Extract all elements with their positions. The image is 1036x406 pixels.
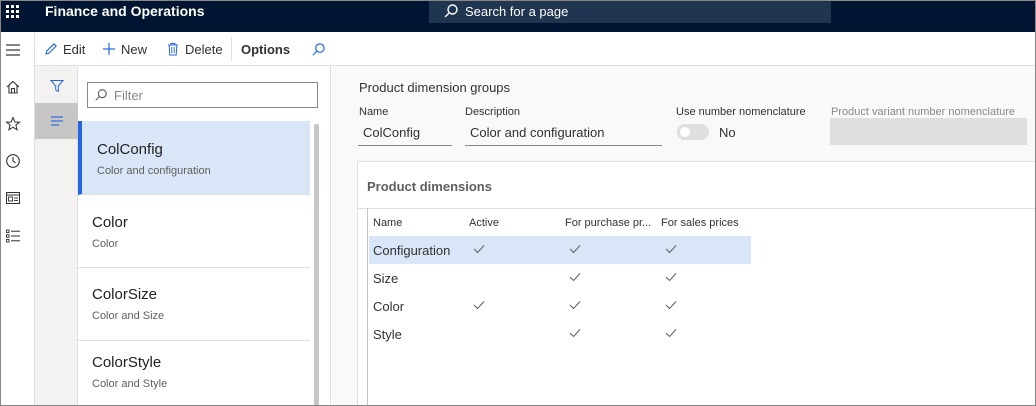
app-frame: Finance and Operations Search for a page xyxy=(0,0,1036,406)
workspace-icon[interactable] xyxy=(5,190,21,206)
list-item-subtitle: Color and configuration xyxy=(97,165,211,177)
clock-icon[interactable] xyxy=(5,153,21,169)
product-dimensions-title: Product dimensions xyxy=(367,179,492,194)
home-icon[interactable] xyxy=(5,79,21,95)
page-title: Product dimension groups xyxy=(359,80,511,95)
group-list: ColConfig Color and configuration Color … xyxy=(78,121,311,405)
use-number-nomenclature-toggle[interactable] xyxy=(677,124,709,140)
search-icon xyxy=(312,42,325,56)
list-pane: ColConfig Color and configuration Color … xyxy=(78,66,331,405)
col-header-sales[interactable]: For sales prices xyxy=(661,217,751,230)
checkmark-icon xyxy=(665,245,677,254)
checkmark-icon xyxy=(665,301,677,310)
page-search-box[interactable]: Search for a page xyxy=(429,1,831,23)
plus-icon xyxy=(103,43,115,55)
list-item[interactable]: ColConfig Color and configuration xyxy=(78,121,310,195)
checkmark-icon xyxy=(569,245,581,254)
filter-field[interactable] xyxy=(87,82,318,108)
action-bar: Edit New Delete Options xyxy=(35,32,1035,66)
table-row[interactable]: Color xyxy=(369,292,751,320)
list-item[interactable]: ColorSize Color and Size xyxy=(78,268,310,341)
list-item-title: Color xyxy=(92,214,128,231)
edit-button[interactable]: Edit xyxy=(44,41,85,57)
list-view-button[interactable] xyxy=(35,103,78,139)
dimensions-grid: Name Active For purchase pr... For sales… xyxy=(367,208,751,405)
list-toolbar-strip xyxy=(35,66,78,405)
search-icon xyxy=(95,89,107,101)
list-item-subtitle: Color and Style xyxy=(92,378,168,390)
detail-pane: Product dimension groups Name ColConfig … xyxy=(332,66,1035,405)
action-separator xyxy=(231,37,232,61)
search-label: Search for a page xyxy=(465,4,569,19)
use-number-nomenclature-label: Use number nomenclature xyxy=(676,106,806,118)
options-button[interactable]: Options xyxy=(241,41,290,57)
list-lines-icon xyxy=(50,116,63,126)
list-item-subtitle: Color xyxy=(92,238,119,250)
nav-rail xyxy=(1,32,35,405)
options-label: Options xyxy=(241,41,291,57)
app-launcher-icon[interactable] xyxy=(5,4,21,20)
variant-nomenclature-field xyxy=(830,118,1027,145)
funnel-icon xyxy=(49,80,64,93)
delete-button[interactable]: Delete xyxy=(166,41,223,57)
toggle-knob xyxy=(680,127,690,137)
toggle-value: No xyxy=(719,125,736,140)
hamburger-icon[interactable] xyxy=(5,42,21,58)
app-title: Finance and Operations xyxy=(45,3,205,19)
checkmark-icon xyxy=(569,329,581,338)
action-search-button[interactable] xyxy=(311,41,331,57)
checkmark-icon xyxy=(665,329,677,338)
name-field[interactable]: ColConfig xyxy=(358,122,452,146)
row-name: Style xyxy=(373,327,402,342)
list-item-title: ColorSize xyxy=(92,286,158,303)
edit-label: Edit xyxy=(63,41,86,57)
checkmark-icon xyxy=(473,245,485,254)
col-header-purchase[interactable]: For purchase pr... xyxy=(565,217,657,230)
col-header-name[interactable]: Name xyxy=(373,217,463,230)
description-field[interactable]: Color and configuration xyxy=(465,122,662,146)
list-item[interactable]: Color Color xyxy=(78,195,310,268)
name-label: Name xyxy=(359,106,389,118)
list-icon[interactable] xyxy=(5,228,21,244)
description-label: Description xyxy=(465,106,521,118)
filter-toggle-button[interactable] xyxy=(35,68,78,104)
row-name: Configuration xyxy=(373,243,451,258)
search-icon xyxy=(444,4,458,18)
checkmark-icon xyxy=(665,273,677,282)
table-row[interactable]: Configuration xyxy=(369,236,751,264)
star-icon[interactable] xyxy=(5,116,21,132)
table-row[interactable]: Size xyxy=(369,264,751,292)
product-dimensions-card: Product dimensions Name Active For purch… xyxy=(357,161,1035,405)
checkmark-icon xyxy=(569,273,581,282)
top-bar: Finance and Operations Search for a page xyxy=(1,1,1035,32)
checkmark-icon xyxy=(569,301,581,310)
list-item-subtitle: Color and Size xyxy=(92,310,165,322)
row-name: Color xyxy=(373,299,405,314)
new-button[interactable]: New xyxy=(102,41,147,57)
filter-input[interactable] xyxy=(114,86,314,104)
col-header-active[interactable]: Active xyxy=(469,217,559,230)
checkmark-icon xyxy=(473,301,485,310)
table-row[interactable]: Style xyxy=(369,320,751,348)
trash-icon xyxy=(168,43,178,56)
list-item-title: ColorStyle xyxy=(92,354,162,371)
new-label: New xyxy=(121,41,148,57)
pencil-icon xyxy=(45,43,57,55)
list-item[interactable]: ColorStyle Color and Style xyxy=(78,341,310,405)
list-scrollbar[interactable] xyxy=(314,124,319,405)
list-item-title: ColConfig xyxy=(97,141,163,158)
delete-label: Delete xyxy=(185,41,223,57)
row-name: Size xyxy=(373,271,399,286)
